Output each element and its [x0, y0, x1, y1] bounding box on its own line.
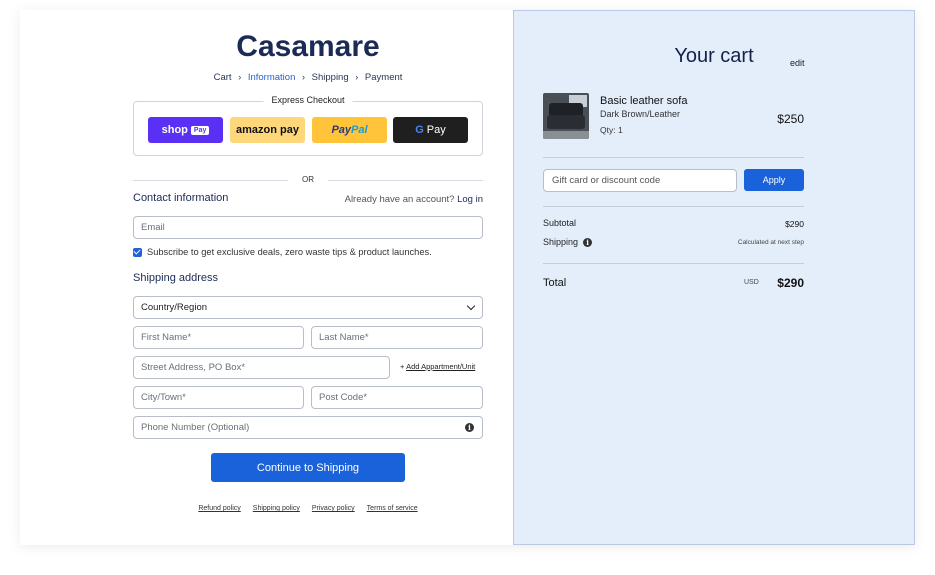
breadcrumb: Cart › Information › Shipping › Payment — [133, 72, 483, 83]
country-select[interactable]: Country/Region — [133, 296, 483, 319]
privacy-policy-link[interactable]: Privacy policy — [312, 505, 355, 512]
product-thumbnail — [543, 93, 589, 139]
cart-summary-panel: Your cart edit Basic leather sofa Dark B… — [513, 10, 915, 545]
add-apartment-link[interactable]: + Add Appartment/Unit — [400, 362, 475, 371]
amazon-pay-button[interactable]: amazon pay — [230, 117, 305, 143]
country-select-value: Country/Region — [141, 302, 208, 313]
phone-field[interactable]: Phone Number (Optional) i — [133, 416, 483, 439]
divider-line — [328, 180, 483, 181]
info-icon[interactable]: i — [583, 237, 593, 247]
google-pay-button[interactable]: G Pay — [393, 117, 468, 143]
shipping-label-text: Shipping — [543, 237, 579, 247]
paypal-pay-text: Pay — [331, 124, 352, 136]
subscribe-label: Subscribe to get exclusive deals, zero w… — [147, 247, 432, 257]
contact-information-heading: Contact information — [133, 192, 229, 204]
terms-of-service-link[interactable]: Terms of service — [367, 505, 418, 512]
product-name: Basic leather sofa — [600, 95, 688, 107]
add-apartment-label: Add Appartment/Unit — [406, 362, 476, 371]
street-address-field[interactable]: Street Address, PO Box* — [133, 356, 390, 379]
express-checkout-box: Express Checkout shop Pay amazon pay Pay P… — [133, 95, 483, 156]
refund-policy-link[interactable]: Refund policy — [198, 505, 240, 512]
total-currency: USD — [744, 279, 759, 286]
subscribe-option[interactable]: Subscribe to get exclusive deals, zero w… — [133, 247, 432, 257]
paypal-button[interactable]: Pay Pal — [312, 117, 387, 143]
shipping-value: Calculated at next step — [737, 239, 804, 246]
policy-links: Refund policy Shipping policy Privacy po… — [133, 505, 483, 512]
express-checkout-label: Express Checkout — [263, 95, 353, 105]
divider — [543, 263, 804, 264]
phone-placeholder: Phone Number (Optional) — [141, 422, 250, 433]
total-label: Total — [543, 277, 567, 289]
google-g-icon: G — [415, 124, 424, 136]
paypal-pal-text: Pal — [351, 124, 368, 136]
post-code-field[interactable]: Post Code* — [311, 386, 483, 409]
gpay-text: Pay — [426, 124, 446, 136]
first-name-field[interactable]: First Name* — [133, 326, 304, 349]
product-price: $250 — [777, 112, 804, 126]
cart-title: Your cart — [674, 45, 754, 67]
info-icon[interactable]: i — [465, 423, 474, 432]
shop-pay-badge: Pay — [190, 125, 210, 135]
login-prompt: Already have an account? Log in — [320, 194, 483, 205]
subscribe-checkbox[interactable] — [133, 247, 142, 257]
thumbnail-floor — [543, 131, 589, 139]
brand-logo: Casamare — [236, 30, 380, 63]
breadcrumb-payment[interactable]: Payment — [365, 72, 403, 83]
chevron-down-icon — [466, 301, 476, 311]
total-value: $290 — [777, 276, 804, 290]
shipping-row-label: Shipping i — [543, 237, 593, 247]
breadcrumb-information[interactable]: Information — [248, 72, 296, 83]
chevron-right-icon: › — [355, 72, 359, 82]
breadcrumb-shipping[interactable]: Shipping — [312, 72, 349, 83]
breadcrumb-cart[interactable]: Cart — [214, 72, 232, 83]
discount-code-input[interactable]: Gift card or discount code — [543, 169, 737, 192]
checkout-form-panel: Casamare Cart › Information › Shipping ›… — [20, 10, 513, 545]
last-name-field[interactable]: Last Name* — [311, 326, 483, 349]
checkout-frame: Casamare Cart › Information › Shipping ›… — [20, 10, 915, 545]
shipping-address-heading: Shipping address — [133, 272, 219, 284]
apply-discount-button[interactable]: Apply — [744, 169, 804, 191]
email-field[interactable]: Email — [133, 216, 483, 239]
product-quantity: Qty: 1 — [600, 125, 623, 135]
subtotal-value: $290 — [785, 219, 804, 229]
divider — [543, 206, 804, 207]
chevron-right-icon: › — [238, 72, 242, 82]
thumbnail-sofa-seat — [547, 115, 585, 129]
city-field[interactable]: City/Town* — [133, 386, 304, 409]
or-divider: OR — [133, 174, 483, 186]
shipping-policy-link[interactable]: Shipping policy — [253, 505, 300, 512]
divider — [543, 157, 804, 158]
product-variant: Dark Brown/Leather — [600, 109, 681, 119]
plus-icon: + — [400, 362, 405, 371]
shop-pay-button[interactable]: shop Pay — [148, 117, 223, 143]
login-link[interactable]: Log in — [457, 194, 483, 205]
shop-pay-logo: shop — [161, 124, 188, 136]
continue-to-shipping-button[interactable]: Continue to Shipping — [211, 453, 405, 482]
edit-cart-link[interactable]: edit — [790, 58, 805, 68]
chevron-right-icon: › — [302, 72, 305, 82]
account-prompt-text: Already have an account? — [344, 194, 455, 205]
subtotal-label: Subtotal — [543, 218, 577, 228]
